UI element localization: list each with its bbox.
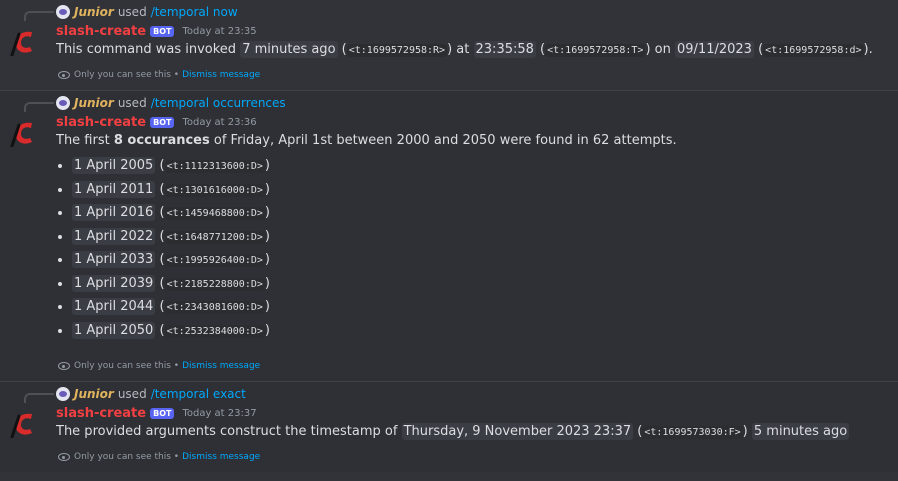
reply-used-text: used (117, 96, 147, 110)
command-name[interactable]: /temporal now (151, 5, 238, 19)
date-timestamp-chip[interactable]: 1 April 2039 (72, 274, 156, 292)
message-exact: Junior used /temporal exact slash-create… (0, 382, 898, 472)
slash-create-avatar-icon[interactable] (10, 408, 36, 438)
date-timestamp-chip[interactable]: 1 April 2005 (72, 157, 156, 174)
invoker-avatar-icon[interactable] (56, 5, 70, 19)
inline-code: <t:1699573030:F> (642, 426, 743, 439)
inline-code: <t:1995926400:D> (164, 254, 265, 267)
invoker-avatar-icon[interactable] (56, 96, 70, 110)
date-timestamp-chip[interactable]: 1 April 2022 (72, 227, 156, 245)
inline-code: <t:1301616000:D> (164, 183, 265, 197)
reply-header[interactable]: Junior used /temporal occurrences (56, 95, 286, 111)
slash-create-avatar-icon[interactable] (10, 26, 36, 56)
date-timestamp-chip[interactable]: 1 April 2011 (72, 180, 156, 198)
message-header: slash-create BOT Today at 23:35 (56, 22, 257, 40)
invoker-name[interactable]: Junior (74, 5, 114, 19)
reply-spine (24, 102, 54, 112)
message-content: The first 8 occurances of Friday, April … (56, 133, 677, 342)
content-text: on (654, 42, 671, 57)
message-timestamp[interactable]: Today at 23:35 (182, 26, 256, 37)
inline-code: <t:1699572958:R> (346, 44, 448, 57)
date-timestamp-chip[interactable]: 09/11/2023 (675, 41, 754, 58)
inline-code: <t:1699572958:T> (545, 44, 646, 57)
date-timestamp-chip[interactable]: 1 April 2016 (72, 204, 156, 221)
bot-badge: BOT (150, 407, 175, 419)
dismiss-message-link[interactable]: Dismiss message (182, 70, 260, 80)
time-timestamp-chip[interactable]: 23:35:58 (473, 41, 536, 58)
inline-code: <t:1459468800:D> (164, 207, 265, 220)
relative-timestamp-chip[interactable]: 7 minutes ago (240, 41, 338, 58)
dismiss-message-link[interactable]: Dismiss message (182, 452, 260, 462)
date-timestamp-chip[interactable]: 1 April 2044 (72, 298, 156, 315)
author-name[interactable]: slash-create (56, 24, 146, 39)
author-name[interactable]: slash-create (56, 115, 146, 130)
ephemeral-notice: Only you can see this • Dismiss message (58, 450, 260, 464)
list-item: 1 April 2011 (<t:1301616000:D>) (72, 178, 677, 202)
message-occurrences: Junior used /temporal occurrences slash-… (0, 91, 898, 381)
relative-timestamp-chip[interactable]: 5 minutes ago (751, 423, 850, 440)
list-item: 1 April 2050 (<t:2532384000:D>) (72, 319, 677, 343)
reply-used-text: used (117, 387, 147, 401)
message-timestamp[interactable]: Today at 23:37 (182, 408, 256, 419)
inline-code: <t:2532384000:D> (164, 324, 265, 338)
message-content: This command was invoked 7 minutes ago (… (56, 41, 873, 58)
ephemeral-notice: Only you can see this • Dismiss message (58, 359, 260, 373)
command-name[interactable]: /temporal occurrences (151, 96, 286, 110)
reply-header[interactable]: Junior used /temporal now (56, 4, 238, 20)
ephemeral-text: Only you can see this • (74, 361, 180, 371)
reply-spine (24, 11, 54, 21)
eye-icon (58, 71, 70, 79)
inline-code: <t:1699572958:d> (763, 44, 864, 57)
list-item: 1 April 2033 (<t:1995926400:D>) (72, 248, 677, 272)
eye-icon (58, 453, 70, 461)
list-item: 1 April 2022 (<t:1648771200:D>) (72, 225, 677, 249)
eye-icon (58, 362, 70, 370)
content-text: The provided arguments construct the tim… (56, 424, 398, 439)
ephemeral-notice: Only you can see this • Dismiss message (58, 68, 260, 82)
inline-code: <t:1112313600:D> (164, 160, 265, 173)
message-now: Junior used /temporal now slash-create B… (0, 0, 898, 90)
command-name[interactable]: /temporal exact (151, 387, 246, 401)
list-item: 1 April 2005 (<t:1112313600:D>) (72, 154, 677, 178)
full-timestamp-chip[interactable]: Thursday, 9 November 2023 23:37 (401, 423, 634, 440)
inline-code: <t:2343081600:D> (164, 301, 265, 314)
list-item: 1 April 2044 (<t:2343081600:D>) (72, 295, 677, 319)
reply-used-text: used (117, 5, 147, 19)
message-content: The provided arguments construct the tim… (56, 423, 850, 440)
ephemeral-text: Only you can see this • (74, 70, 180, 80)
bot-badge: BOT (150, 116, 175, 128)
occurrence-list: 1 April 2005 (<t:1112313600:D>) 1 April … (56, 154, 677, 342)
content-text: The first (56, 133, 110, 148)
message-header: slash-create BOT Today at 23:36 (56, 113, 257, 131)
bot-badge: BOT (150, 25, 175, 37)
dismiss-message-link[interactable]: Dismiss message (182, 361, 260, 371)
inline-code: <t:1648771200:D> (164, 230, 265, 244)
content-text: at (456, 42, 470, 57)
author-name[interactable]: slash-create (56, 406, 146, 421)
content-bold: 8 occurances (113, 133, 210, 148)
slash-create-avatar-icon[interactable] (10, 117, 36, 147)
ephemeral-text: Only you can see this • (74, 452, 180, 462)
date-timestamp-chip[interactable]: 1 April 2050 (72, 321, 156, 339)
list-item: 1 April 2039 (<t:2185228800:D>) (72, 272, 677, 296)
invoker-avatar-icon[interactable] (56, 387, 70, 401)
message-header: slash-create BOT Today at 23:37 (56, 404, 257, 422)
list-item: 1 April 2016 (<t:1459468800:D>) (72, 201, 677, 225)
message-timestamp[interactable]: Today at 23:36 (182, 117, 256, 128)
invoker-name[interactable]: Junior (74, 96, 114, 110)
inline-code: <t:2185228800:D> (164, 277, 265, 291)
reply-header[interactable]: Junior used /temporal exact (56, 386, 246, 402)
reply-spine (24, 393, 54, 403)
invoker-name[interactable]: Junior (74, 387, 114, 401)
content-text: This command was invoked (56, 42, 237, 57)
content-text: of Friday, April 1st between 2000 and 20… (213, 133, 677, 148)
date-timestamp-chip[interactable]: 1 April 2033 (72, 251, 156, 268)
